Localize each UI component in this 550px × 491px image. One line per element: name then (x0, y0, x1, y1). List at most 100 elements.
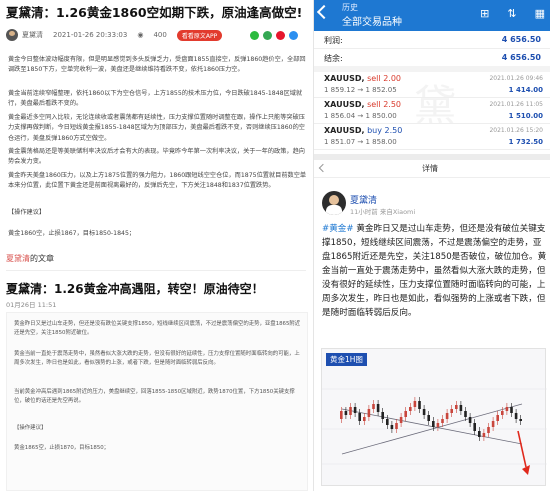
candle (390, 425, 394, 429)
order-lots: 2.50 (384, 126, 403, 135)
candle (376, 404, 380, 412)
order-title: XAUUSD, buy 2.50 (324, 126, 402, 135)
candle (491, 421, 495, 427)
order-side: buy (367, 126, 382, 135)
candle (445, 413, 449, 419)
back-arrow-icon[interactable] (316, 4, 332, 20)
app-toolbar: 历史 全部交易品种 ⊞ ⇅ ▦ (314, 0, 550, 31)
candle (395, 423, 398, 429)
paragraph: 黄金当前一直处于震荡走势中，虽然看似大涨大跌的走势，但没有很好的延续性，压力支撑… (14, 351, 300, 367)
author-tag: 夏黛清 (6, 254, 30, 263)
candle (514, 413, 518, 419)
author-name[interactable]: 夏黛清 (22, 30, 43, 40)
operation-advice: 黄金1865空，止损1870，目标1850； (14, 445, 110, 451)
plus-icon[interactable]: ⊞ (480, 7, 489, 21)
publish-time: 2021-01-26 20:33:03 (53, 31, 128, 39)
paragraph: 当前黄金冲高后遇到1865附近的压力，美盘继续空，回落1855-1850区域附近… (14, 389, 295, 405)
share-icons (250, 30, 298, 40)
wechat-icon[interactable] (250, 30, 259, 40)
post-author[interactable]: 夏黛清 (350, 193, 377, 206)
candle (404, 411, 407, 417)
order-lots: 2.50 (383, 100, 401, 109)
paragraph: 黄金震荡格局还是等美联储利率决议后才会有大的表现。毕竟昨今年第一次利率决议，关于… (8, 148, 305, 166)
order-prices: 1 859.12 → 1 852.05 (324, 86, 397, 94)
article-panel: 夏黛清：1.26黄金1860空如期下跌，原油逢高做空! 夏黛清 2021-01-… (0, 0, 313, 491)
candle (464, 411, 467, 417)
order-symbol: XAUUSD, (324, 100, 365, 109)
chart-image[interactable]: 黄金1H图 (321, 348, 547, 486)
order-profit: 1 414.00 (508, 86, 543, 94)
order-profit: 1 732.50 (508, 138, 543, 146)
avatar (6, 29, 18, 41)
order-title: XAUUSD, sell 2.50 (324, 100, 401, 109)
candle (459, 405, 463, 411)
operation-heading: 【操作建议】 (14, 425, 47, 431)
detail-title: 详情 (422, 164, 438, 173)
candle (349, 407, 352, 415)
profit-value: 4 656.50 (501, 35, 541, 44)
moments-icon[interactable] (263, 30, 272, 40)
paragraph: 黄金最近多空同入比较，无论连续收或者震荡都有延续性，压力支撑位置随时调整在跟，操… (8, 114, 305, 142)
candle (413, 401, 417, 407)
post-meta: 11小时前 来自Xiaomi (350, 208, 416, 216)
order-row[interactable]: XAUUSD, sell 2.00 1 859.12 → 1 852.05 20… (314, 72, 550, 98)
post-body: 黄金昨日又是过山车走势，但还是没有破位关键支撑1850，短线继续区间震荡，不过是… (322, 224, 547, 318)
order-row[interactable]: XAUUSD, sell 2.50 1 856.04 → 1 850.00 20… (314, 98, 550, 124)
qq-icon[interactable] (289, 30, 298, 40)
calendar-icon[interactable]: ▦ (535, 7, 545, 21)
candle (353, 407, 357, 413)
candle (418, 401, 421, 409)
balance-label: 结余: (324, 54, 343, 63)
candle (381, 412, 384, 419)
paragraph: 黄金昨日又是过山车走势，但还是没有跌位关键支撑1850，短线继续区间震荡，不过是… (14, 321, 301, 337)
weibo-icon[interactable] (276, 30, 285, 40)
operation-advice: 黄金1860空，止损1867，目标1850-1845； (8, 230, 136, 237)
article2-date: 01月26日 11:51 (6, 301, 57, 309)
profit-row: 利润: 4 656.50 (314, 31, 550, 49)
candle (422, 409, 426, 415)
order-symbol: XAUUSD, (324, 74, 365, 83)
candle (409, 407, 412, 411)
candle (496, 415, 499, 421)
order-title: XAUUSD, sell 2.00 (324, 74, 401, 83)
author-articles-link[interactable]: 夏黛清的文章 (6, 253, 54, 264)
paragraph: 黄金当前连续窄幅整理，依托1860以下为空仓信号，上方1855的技术压力位，今日… (8, 90, 303, 108)
order-lots: 2.00 (383, 74, 401, 83)
candle (367, 409, 371, 417)
toolbar-title[interactable]: 全部交易品种 (342, 13, 402, 28)
candle (441, 419, 444, 423)
chart-label: 黄金1H图 (326, 353, 367, 366)
candle (450, 409, 453, 413)
candle (487, 427, 490, 433)
back-arrow-icon[interactable] (318, 163, 328, 173)
candle (427, 415, 430, 421)
order-time: 2021.01.26 11:05 (489, 101, 543, 108)
avatar[interactable] (322, 191, 346, 215)
post-text: #黄金# 黄金昨日又是过山车走势，但还是没有破位关键支撑1850，短线继续区间震… (322, 222, 547, 320)
operation-heading: 【操作建议】 (8, 209, 46, 216)
hashtag-link[interactable]: #黄金# (322, 224, 354, 234)
toolbar-actions: ⊞ ⇅ ▦ (480, 7, 545, 21)
candle (340, 411, 343, 419)
candle (455, 405, 458, 409)
paragraph: 黄金昨天美盘1860压力，以及上方1875位置的强力阻力，1860跟短线空空仓位… (8, 172, 307, 190)
order-prices: 1 856.04 → 1 850.00 (324, 112, 397, 120)
balance-row: 结余: 4 656.50 (314, 49, 550, 67)
order-side: sell (367, 100, 381, 109)
balance-value: 4 656.50 (501, 53, 541, 62)
order-time: 2021.01.26 15:20 (489, 127, 543, 134)
view-count: 400 (153, 31, 167, 39)
candle (501, 411, 504, 415)
order-row[interactable]: XAUUSD, buy 2.50 1 851.07 → 1 858.00 202… (314, 124, 550, 150)
open-app-button[interactable]: 看看原文APP (176, 29, 223, 41)
order-prices: 1 851.07 → 1 858.00 (324, 138, 397, 146)
sort-icon[interactable]: ⇅ (507, 7, 516, 21)
candle (358, 413, 361, 421)
paragraph: 黄金今日整体波动幅度有限，但是明显感觉到多头反弹乏力，受盘面1855直接空，反弹… (8, 56, 306, 74)
candle (344, 411, 348, 415)
candle (436, 423, 440, 427)
order-time: 2021.01.26 09:46 (489, 75, 543, 82)
divider (6, 270, 306, 271)
candle (432, 421, 435, 427)
author-tag-suffix: 的文章 (30, 254, 54, 263)
